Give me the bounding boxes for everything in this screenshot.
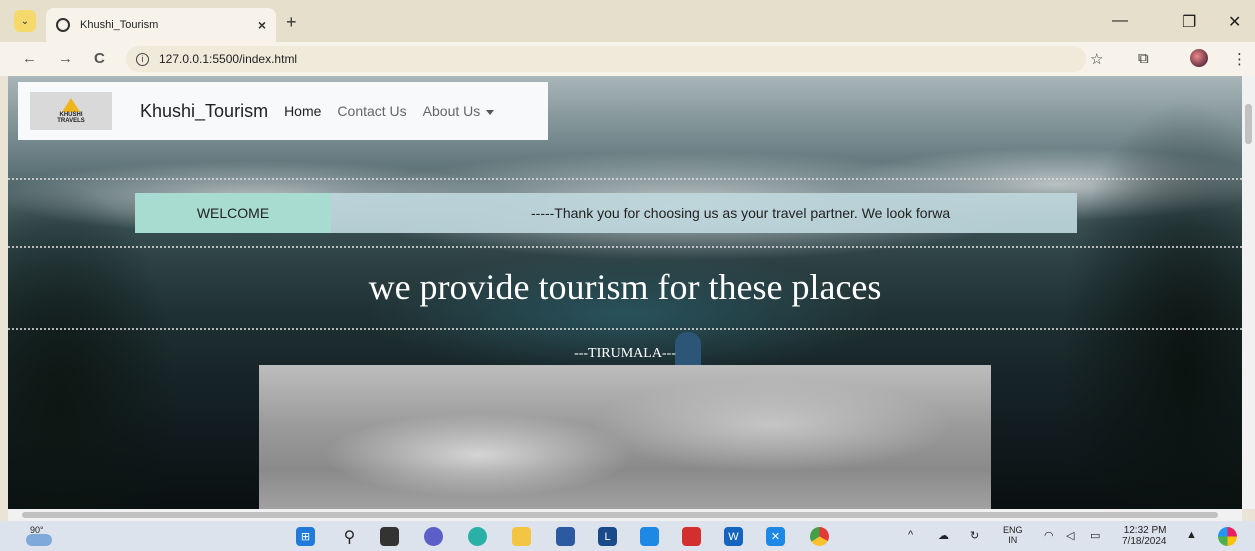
site-info-icon[interactable]: i (136, 52, 149, 66)
mountain-icon (62, 98, 80, 112)
browser-menu-icon[interactable]: ⋮ (1232, 50, 1247, 68)
chrome-icon[interactable] (810, 527, 829, 546)
taskbar: 90° ⊞ ⚲ L W ✕ ^ ☁ ↻ ENG IN ◠ ◁ ▭ 12:32 P… (0, 521, 1255, 551)
language-indicator[interactable]: ENG IN (1003, 525, 1023, 545)
task-view-icon[interactable] (380, 527, 399, 546)
file-explorer-icon[interactable] (512, 527, 531, 546)
reload-icon[interactable]: C (94, 50, 105, 67)
address-bar-row: ← → C i 127.0.0.1:5500/index.html ☆ ⧉ ⋮ (0, 42, 1255, 76)
forward-icon[interactable]: → (58, 50, 73, 67)
url-text: 127.0.0.1:5500/index.html (159, 52, 298, 66)
copilot-icon[interactable] (1218, 527, 1237, 546)
windows-start-icon[interactable]: ⊞ (296, 527, 315, 546)
url-field[interactable]: i 127.0.0.1:5500/index.html (126, 46, 1086, 72)
site-navbar: KHUSHI TRAVELS Khushi_Tourism Home Conta… (18, 82, 548, 140)
weather-cloud-icon[interactable] (26, 534, 52, 546)
profile-avatar[interactable] (1190, 49, 1208, 67)
app-l-icon[interactable]: L (598, 527, 617, 546)
globe-icon (56, 18, 70, 32)
volume-icon[interactable]: ◁ (1066, 529, 1074, 542)
notification-bell-icon[interactable]: ▲ (1186, 529, 1197, 541)
vertical-scrollbar[interactable] (1242, 76, 1255, 509)
tab-title: Khushi_Tourism (80, 19, 159, 31)
chat-icon[interactable] (424, 527, 443, 546)
welcome-bar: WELCOME -----Thank you for choosing us a… (135, 193, 1077, 233)
nav-contact-us[interactable]: Contact Us (337, 103, 406, 119)
page-headline: we provide tourism for these places (368, 267, 882, 307)
minimize-icon[interactable]: — (1112, 12, 1128, 30)
tab-search-icon[interactable]: ⌄ (14, 10, 36, 32)
page-viewport: KHUSHI TRAVELS Khushi_Tourism Home Conta… (8, 76, 1242, 509)
outlook-icon[interactable] (640, 527, 659, 546)
place-image (259, 365, 991, 509)
edge-icon[interactable] (468, 527, 487, 546)
scroll-thumb[interactable] (22, 512, 1218, 518)
place-title: ---TIRUMALA--- (574, 346, 676, 361)
welcome-label: WELCOME (135, 193, 331, 233)
extensions-icon[interactable]: ⧉ (1138, 50, 1149, 67)
bookmark-star-icon[interactable]: ☆ (1090, 50, 1103, 68)
tab-close-icon[interactable]: × (258, 17, 266, 33)
horizontal-scrollbar[interactable] (8, 509, 1242, 521)
nav-home[interactable]: Home (284, 103, 321, 119)
wifi-icon[interactable]: ◠ (1044, 529, 1054, 542)
clock-date: 7/18/2024 (1122, 536, 1167, 547)
clock[interactable]: 12:32 PM 7/18/2024 (1122, 525, 1167, 547)
dotted-divider (8, 178, 1242, 180)
tray-chevron-icon[interactable]: ^ (908, 529, 913, 541)
new-tab-icon[interactable]: + (286, 12, 297, 33)
vscode-icon[interactable]: ✕ (766, 527, 785, 546)
close-window-icon[interactable]: ✕ (1228, 12, 1241, 32)
screen: ⌄ Khushi_Tourism × + — ❐ ✕ ← → C i 127.0… (0, 0, 1255, 551)
onedrive-icon[interactable]: ☁ (938, 529, 949, 542)
mcafee-icon[interactable] (682, 527, 701, 546)
weather-temp[interactable]: 90° (30, 525, 44, 535)
store-icon[interactable] (556, 527, 575, 546)
word-icon[interactable]: W (724, 527, 743, 546)
dotted-divider (8, 246, 1242, 248)
logo-text: KHUSHI TRAVELS (57, 112, 85, 124)
site-logo[interactable]: KHUSHI TRAVELS (30, 92, 112, 130)
battery-icon[interactable]: ▭ (1090, 529, 1100, 542)
dotted-divider (8, 328, 1242, 330)
clock-time: 12:32 PM (1123, 525, 1167, 536)
lang-line1: ENG (1003, 525, 1023, 535)
sync-icon[interactable]: ↻ (970, 529, 979, 542)
back-icon[interactable]: ← (22, 50, 37, 67)
welcome-marquee: -----Thank you for choosing us as your t… (531, 205, 951, 221)
lang-line2: IN (1008, 535, 1018, 545)
tab-strip: ⌄ Khushi_Tourism × + — ❐ ✕ (0, 0, 1255, 42)
search-icon[interactable]: ⚲ (340, 527, 359, 546)
nav-about-us-label: About Us (422, 103, 481, 119)
brand-name[interactable]: Khushi_Tourism (140, 101, 268, 122)
nav-about-us[interactable]: About Us (423, 103, 495, 119)
caret-down-icon (486, 109, 495, 115)
restore-icon[interactable]: ❐ (1182, 12, 1196, 32)
scroll-thumb[interactable] (1245, 104, 1252, 144)
browser-tab[interactable]: Khushi_Tourism × (46, 8, 276, 42)
